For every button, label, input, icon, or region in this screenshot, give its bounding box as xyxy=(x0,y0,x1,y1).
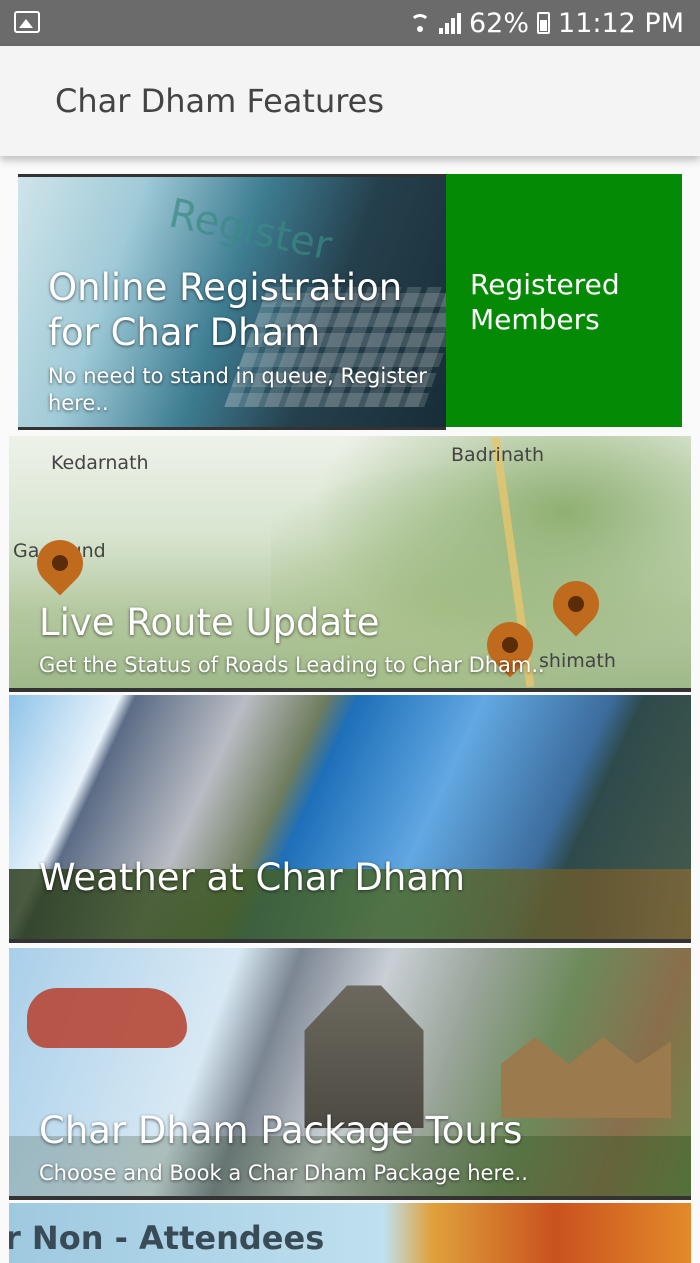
image-icon xyxy=(14,11,40,33)
live-route-update-card[interactable]: Kedarnath Badrinath Ga und shimath Live … xyxy=(9,436,691,692)
battery-percent: 62% xyxy=(469,7,530,39)
register-image-text: Register xyxy=(165,190,336,270)
map-terrain xyxy=(271,436,691,688)
clock: 11:12 PM xyxy=(558,7,684,39)
route-subtitle: Get the Status of Roads Leading to Char … xyxy=(39,653,545,677)
registration-subtitle: No need to stand in queue, Register here… xyxy=(48,364,427,415)
temple-image xyxy=(304,985,424,1128)
map-label-kedarnath: Kedarnath xyxy=(51,452,149,474)
registration-title: Online Registration for Char Dham xyxy=(48,266,403,354)
cottages-image xyxy=(501,1037,671,1118)
status-bar: 62% 11:12 PM xyxy=(0,0,700,46)
wifi-icon xyxy=(409,12,431,34)
non-attendees-card[interactable]: r Non - Attendees xyxy=(9,1203,691,1263)
map-label-joshimath: shimath xyxy=(539,650,616,672)
map-label-badrinath: Badrinath xyxy=(451,444,545,466)
route-title: Live Route Update xyxy=(39,601,380,644)
status-icons: 62% 11:12 PM xyxy=(409,6,684,40)
battery-icon xyxy=(537,12,551,34)
tours-title: Char Dham Package Tours xyxy=(39,1109,523,1152)
app-bar: Char Dham Features xyxy=(0,46,700,156)
online-registration-card[interactable]: Register Online Registration for Char Dh… xyxy=(18,174,446,430)
package-tours-card[interactable]: Char Dham Package Tours Choose and Book … xyxy=(9,948,691,1200)
tours-subtitle: Choose and Book a Char Dham Package here… xyxy=(39,1161,528,1185)
weather-card[interactable]: Weather at Char Dham xyxy=(9,695,691,943)
non-attendees-title: r Non - Attendees xyxy=(9,1219,325,1257)
helicopter-image xyxy=(27,988,187,1048)
page-title: Char Dham Features xyxy=(55,82,385,120)
registered-members-label: Registered Members xyxy=(470,268,620,336)
signal-icon xyxy=(439,12,461,34)
weather-title: Weather at Char Dham xyxy=(39,856,466,899)
registered-members-button[interactable]: Registered Members xyxy=(446,174,682,427)
